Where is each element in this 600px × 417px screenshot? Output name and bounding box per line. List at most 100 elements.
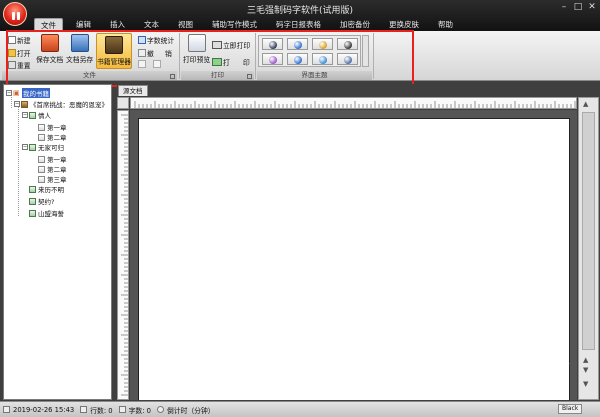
minimize-button[interactable]: – (559, 3, 569, 12)
word-count-label: 字数统计 (147, 37, 175, 45)
tree-item-label: 无家可归 (38, 144, 64, 152)
collapse-icon[interactable]: − (22, 112, 28, 118)
word-count-button[interactable]: 字数统计 (138, 35, 174, 45)
tab-daily-report[interactable]: 码字日报表格 (270, 18, 327, 31)
tab-skin[interactable]: 更换皮肤 (383, 18, 425, 31)
timer-icon (157, 406, 164, 413)
save-document-button[interactable]: 保存文档 (36, 34, 63, 64)
word-count-status-icon (118, 406, 126, 413)
reset-label: 重置 (17, 62, 31, 70)
theme-swatch[interactable] (287, 38, 308, 50)
quick-print-button[interactable]: 立即打印 (212, 40, 250, 50)
theme-swatch[interactable] (337, 38, 358, 50)
tree-volume[interactable]: 来历不明 (22, 184, 64, 194)
save-as-button[interactable]: 文档另存 (66, 34, 93, 64)
tree-item-label: 山盟海誓 (38, 210, 64, 218)
page-up-icon[interactable]: ▲ (583, 356, 588, 364)
theme-swatch[interactable] (337, 53, 358, 65)
book-icon (21, 100, 28, 108)
tree-item-label: 第一章 (47, 124, 67, 132)
print-preview-label: 打印预览 (183, 56, 211, 64)
save-icon (40, 34, 59, 52)
chapter-icon (38, 123, 45, 131)
new-button[interactable]: 新建 (8, 35, 31, 45)
tree-volume[interactable]: − 无家可归 (22, 142, 64, 152)
undo-button[interactable]: 撤 (138, 48, 154, 58)
document-page[interactable] (138, 118, 570, 400)
theme-ball-icon (294, 41, 302, 49)
theme-ball-icon (319, 56, 327, 64)
chapter-icon (38, 155, 45, 163)
scroll-up-icon[interactable]: ▲ (583, 100, 588, 108)
theme-gallery-scroll[interactable] (362, 35, 369, 67)
vertical-ruler[interactable] (117, 110, 129, 400)
file-group-label: 文件 (2, 71, 177, 80)
new-label: 新建 (17, 37, 31, 45)
editor-tab[interactable]: 源文档 (118, 85, 148, 96)
maximize-button[interactable]: □ (573, 3, 583, 12)
status-word-count: 字数: 0 (128, 406, 151, 415)
theme-swatch[interactable] (262, 38, 283, 50)
page-down-icon[interactable]: ▼ (583, 366, 588, 374)
ribbon-tabs: 文件 编辑 插入 文本 视图 辅助写作模式 码字日报表格 加密备份 更换皮肤 帮… (34, 18, 466, 31)
tab-edit[interactable]: 编辑 (70, 18, 97, 31)
vertical-scrollbar[interactable]: ▲ ▲ ▼ ▼ (578, 97, 599, 400)
collapse-icon[interactable]: − (6, 90, 12, 96)
tab-encrypt-backup[interactable]: 加密备份 (334, 18, 376, 31)
reset-icon (8, 61, 16, 69)
horizontal-ruler[interactable] (130, 97, 577, 109)
tab-help[interactable]: 帮助 (432, 18, 459, 31)
open-button[interactable]: 打开 (8, 48, 31, 58)
tree-chapter[interactable]: 第二章 (38, 132, 67, 142)
scrollbar-thumb[interactable] (582, 112, 595, 350)
tab-view[interactable]: 视图 (172, 18, 199, 31)
theme-ball-icon (269, 41, 277, 49)
reset-button[interactable]: 重置 (8, 60, 31, 70)
theme-group-label: 界面主题 (257, 71, 372, 80)
tab-insert[interactable]: 插入 (104, 18, 131, 31)
watermark-logo: pc6 (528, 360, 570, 385)
redo-button[interactable]: 销 (165, 48, 172, 58)
close-button[interactable]: ✕ (587, 3, 597, 12)
volume-icon (29, 185, 36, 193)
tree-volume[interactable]: 契约? (22, 196, 54, 206)
theme-swatch[interactable] (287, 53, 308, 65)
print-group-launcher-icon[interactable] (247, 74, 252, 79)
tab-writing-mode[interactable]: 辅助写作模式 (206, 18, 263, 31)
tree-item-label: 第二章 (47, 166, 67, 174)
theme-swatch[interactable] (262, 53, 283, 65)
collapse-icon[interactable]: − (14, 101, 20, 107)
redo-label: 销 (165, 50, 172, 58)
ruler-corner[interactable] (117, 97, 129, 109)
tree-root[interactable]: − ▣ 我的书籍 (6, 88, 50, 98)
tree-item-label: 情人 (38, 112, 51, 120)
tree-item-label: 契约? (38, 198, 55, 206)
tab-file[interactable]: 文件 (34, 18, 63, 31)
volume-icon (29, 111, 36, 119)
print-button[interactable]: 打 (212, 57, 230, 67)
tree-chapter[interactable]: 第二章 (38, 164, 67, 174)
tab-text[interactable]: 文本 (138, 18, 165, 31)
tree-root-label: 我的书籍 (22, 88, 50, 98)
tree-chapter[interactable]: 第一章 (38, 122, 67, 132)
theme-swatch[interactable] (312, 38, 333, 50)
print-preview-icon (187, 34, 206, 52)
file-group-launcher-icon[interactable] (170, 74, 175, 79)
tree-book[interactable]: − 《首席挑战：恶魔的恩宠》 (14, 99, 108, 109)
scroll-down-icon[interactable]: ▼ (583, 380, 588, 388)
editor-tab-bar (117, 84, 599, 96)
theme-name-button[interactable]: Black (558, 404, 583, 414)
tree-chapter[interactable]: 第三章 (38, 174, 67, 184)
tree-chapter[interactable]: 第一章 (38, 154, 67, 164)
volume-icon (29, 143, 36, 151)
tree-volume[interactable]: − 情人 (22, 110, 51, 120)
tree-volume[interactable]: 山盟海誓 (22, 208, 64, 218)
calendar-icon (3, 406, 10, 413)
collapse-icon[interactable]: − (22, 144, 28, 150)
print-preview-button[interactable]: 打印预览 (183, 34, 210, 64)
save-as-icon (70, 34, 89, 52)
cut-button[interactable] (138, 60, 162, 68)
book-manager-button[interactable]: 书籍管理器 (96, 33, 132, 69)
theme-swatch[interactable] (312, 53, 333, 65)
line-count-icon (80, 406, 88, 413)
